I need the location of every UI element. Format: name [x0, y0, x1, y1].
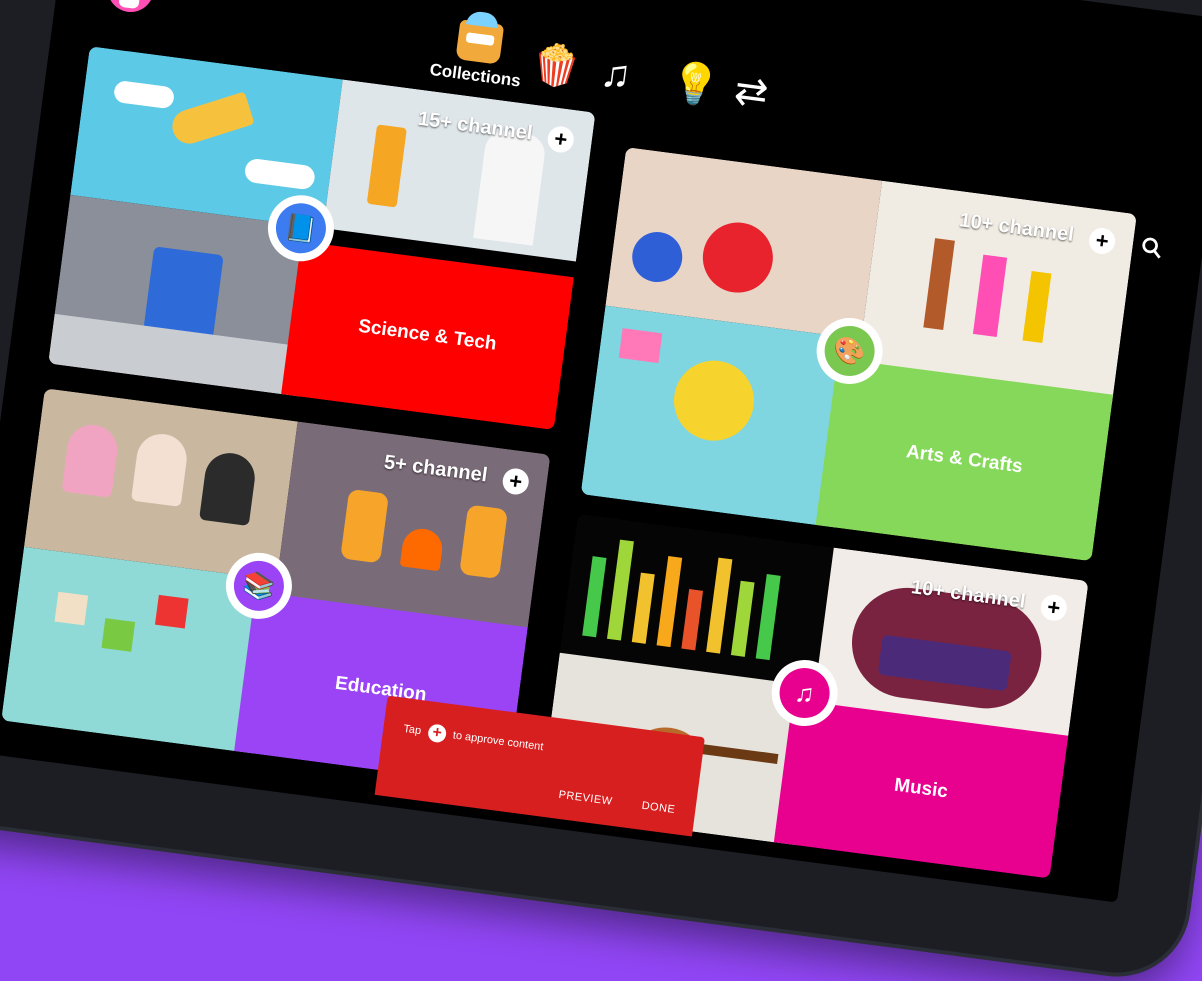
cavemen-thumbnail: [274, 421, 551, 629]
app-screen: Collections 🍿 ♫ 💡 ⇄ Science & Tech 15+ c…: [0, 0, 1202, 903]
toast-tap-text: Tap: [402, 722, 422, 738]
music-note-icon: ♫: [598, 50, 634, 98]
toast-actions: PREVIEW DONE: [532, 785, 676, 816]
toast-message: to approve content: [452, 729, 545, 754]
label-panel: Arts & Crafts: [815, 358, 1114, 562]
book-icon: 📘: [272, 200, 329, 257]
palette-icon: 🎨: [821, 322, 878, 379]
tablet-frame: Collections 🍿 ♫ 💡 ⇄ Science & Tech 15+ c…: [0, 0, 1202, 981]
books-icon: 📚: [230, 557, 287, 614]
nav-learning[interactable]: 💡: [667, 57, 723, 111]
category-name: Science & Tech: [357, 315, 498, 355]
lab-thumbnail: [323, 79, 596, 262]
nav-collections[interactable]: Collections: [428, 16, 527, 91]
explore-arrows-icon: ⇄: [731, 67, 771, 116]
collections-basket-icon: [455, 19, 505, 65]
preview-button[interactable]: PREVIEW: [558, 789, 613, 808]
nav-collections-label: Collections: [428, 59, 522, 91]
card-arts-crafts[interactable]: Arts & Crafts 10+ channel + 🎨: [580, 147, 1137, 562]
card-science-tech[interactable]: Science & Tech 15+ channel + 📘: [48, 46, 596, 431]
lightbulb-icon: 💡: [667, 59, 723, 110]
plus-icon: +: [426, 723, 448, 744]
category-name: Arts & Crafts: [904, 441, 1024, 478]
nav-shows[interactable]: 🍿: [528, 39, 584, 93]
popcorn-icon: 🍿: [528, 41, 584, 92]
nav-music[interactable]: ♫: [598, 48, 634, 100]
category-name: Music: [892, 774, 950, 803]
toast-instruction: Tap + to approve content: [402, 720, 544, 756]
music-icon: ♫: [776, 664, 833, 722]
done-button[interactable]: DONE: [641, 800, 676, 816]
avatar-cup: [118, 0, 142, 10]
profile-avatar[interactable]: [104, 0, 157, 15]
nav-explore[interactable]: ⇄: [732, 66, 771, 118]
